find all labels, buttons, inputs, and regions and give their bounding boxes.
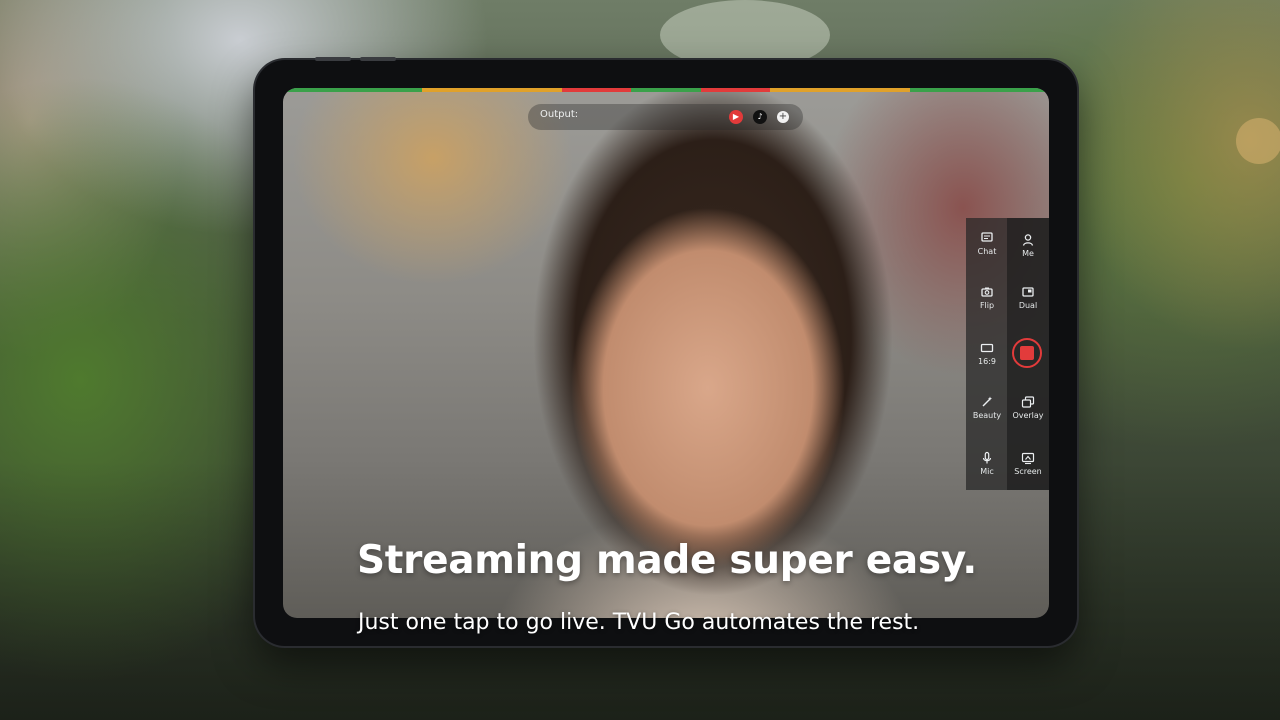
- beauty-label: Beauty: [972, 411, 1002, 420]
- output-label: Output:: [540, 109, 579, 120]
- camera-icon: [981, 287, 993, 297]
- person-icon: [1022, 234, 1034, 246]
- screen-label: Screen: [1014, 467, 1042, 476]
- subline: Just one tap to go live. TVU Go automate…: [358, 610, 920, 635]
- magic-wand-icon: [982, 396, 992, 407]
- headline: Streaming made super easy.: [357, 538, 977, 583]
- aspect-ratio-icon: [980, 343, 994, 353]
- status-segment: [770, 88, 841, 92]
- status-segment: [631, 88, 701, 92]
- add-icon[interactable]: +: [777, 111, 789, 123]
- status-segment: [840, 88, 910, 92]
- overlay-button[interactable]: Overlay: [1008, 388, 1048, 428]
- chat-icon: [981, 232, 993, 242]
- volume-button: [360, 57, 396, 61]
- tiktok-icon[interactable]: ♪: [753, 110, 767, 124]
- connection-status-strip: [283, 88, 1049, 92]
- status-segment: [909, 88, 980, 92]
- record-button[interactable]: [1012, 338, 1042, 368]
- status-segment: [561, 88, 632, 92]
- overlay-label: Overlay: [1012, 411, 1044, 420]
- volume-button: [315, 57, 351, 61]
- status-segment: [491, 88, 562, 92]
- aspect-ratio-button[interactable]: 16:9: [967, 334, 1007, 374]
- mic-button[interactable]: Mic: [967, 444, 1007, 484]
- status-segment: [422, 88, 492, 92]
- youtube-icon[interactable]: ▶: [729, 110, 743, 124]
- output-bar[interactable]: Output: ▶ ♪ +: [528, 104, 803, 130]
- screen-share-icon: [1021, 452, 1035, 465]
- status-segment: [352, 88, 423, 92]
- aspect-ratio-label: 16:9: [978, 357, 996, 366]
- dual-label: Dual: [1018, 301, 1038, 310]
- screen-button[interactable]: Screen: [1008, 444, 1048, 484]
- dual-camera-icon: [1022, 287, 1034, 297]
- microphone-icon: [982, 451, 992, 464]
- me-button[interactable]: Me: [1008, 226, 1048, 266]
- control-panel: Chat Me Flip Dual 16:9 Beauty Overlay Mi…: [966, 218, 1049, 490]
- status-segment: [700, 88, 771, 92]
- overlay-icon: [1021, 396, 1035, 408]
- bokeh-light: [1236, 118, 1280, 164]
- chat-label: Chat: [977, 247, 997, 256]
- dual-button[interactable]: Dual: [1008, 278, 1048, 318]
- record-stop-icon: [1020, 346, 1034, 360]
- me-label: Me: [1022, 249, 1034, 258]
- flip-label: Flip: [979, 301, 995, 310]
- mic-label: Mic: [980, 467, 994, 476]
- status-segment: [979, 88, 1049, 92]
- status-segment: [283, 88, 353, 92]
- flip-button[interactable]: Flip: [967, 278, 1007, 318]
- chat-button[interactable]: Chat: [967, 224, 1007, 264]
- beauty-button[interactable]: Beauty: [967, 388, 1007, 428]
